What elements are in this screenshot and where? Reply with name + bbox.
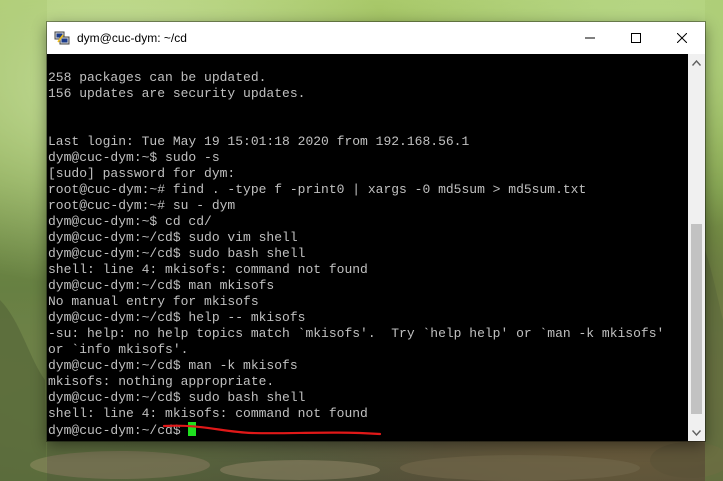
- terminal-line: 156 updates are security updates.: [48, 86, 306, 101]
- title-bar[interactable]: dym@cuc-dym: ~/cd: [47, 22, 705, 54]
- terminal-lines: 258 packages can be updated. 156 updates…: [48, 70, 664, 438]
- window-title: dym@cuc-dym: ~/cd: [77, 31, 187, 45]
- terminal-line: No manual entry for mkisofs: [48, 294, 259, 309]
- vertical-scrollbar[interactable]: [688, 54, 705, 441]
- scroll-up-button[interactable]: [688, 54, 705, 71]
- terminal-line: 258 packages can be updated.: [48, 70, 267, 85]
- terminal-line: -su: help: no help topics match `mkisofs…: [48, 326, 665, 341]
- terminal-window: dym@cuc-dym: ~/cd 258 packages can be up…: [47, 22, 705, 441]
- terminal-line: dym@cuc-dym:~/cd$ sudo vim shell: [48, 230, 298, 245]
- terminal-line: Last login: Tue May 19 15:01:18 2020 fro…: [48, 134, 470, 149]
- terminal-line: dym@cuc-dym:~/cd$ man -k mkisofs: [48, 358, 298, 373]
- terminal-line: or `info mkisofs'.: [48, 342, 189, 357]
- terminal-line: dym@cuc-dym:~/cd$ help -- mkisofs: [48, 310, 306, 325]
- minimize-icon: [585, 37, 595, 39]
- terminal-line: dym@cuc-dym:~$ sudo -s: [48, 150, 220, 165]
- terminal-line: shell: line 4: mkisofs: command not foun…: [48, 406, 368, 421]
- terminal-line: dym@cuc-dym:~$ cd cd/: [48, 214, 212, 229]
- scrollbar-thumb[interactable]: [691, 224, 702, 414]
- terminal-line: dym@cuc-dym:~/cd$ man mkisofs: [48, 278, 275, 293]
- terminal-prompt-line[interactable]: dym@cuc-dym:~/cd$: [48, 422, 664, 438]
- terminal-line: root@cuc-dym:~# su - dym: [48, 198, 236, 213]
- putty-app-icon[interactable]: [54, 30, 70, 46]
- close-icon: [677, 33, 687, 43]
- terminal-line: dym@cuc-dym:~/cd$ sudo bash shell: [48, 246, 306, 261]
- terminal-line: mkisofs: nothing appropriate.: [48, 374, 275, 389]
- minimize-button[interactable]: [567, 22, 613, 54]
- text-cursor: [188, 422, 197, 436]
- terminal-output[interactable]: 258 packages can be updated. 156 updates…: [47, 54, 688, 441]
- terminal-line: root@cuc-dym:~# find . -type f -print0 |…: [48, 182, 587, 197]
- chevron-up-icon: [692, 59, 701, 66]
- maximize-button[interactable]: [613, 22, 659, 54]
- terminal-line: dym@cuc-dym:~/cd$ sudo bash shell: [48, 390, 306, 405]
- terminal-line: shell: line 4: mkisofs: command not foun…: [48, 262, 368, 277]
- maximize-icon: [631, 33, 641, 43]
- scroll-down-button[interactable]: [688, 424, 705, 441]
- chevron-down-icon: [692, 429, 701, 436]
- close-button[interactable]: [659, 22, 705, 54]
- terminal-line: [sudo] password for dym:: [48, 166, 236, 181]
- terminal-prompt: dym@cuc-dym:~/cd$: [48, 423, 189, 438]
